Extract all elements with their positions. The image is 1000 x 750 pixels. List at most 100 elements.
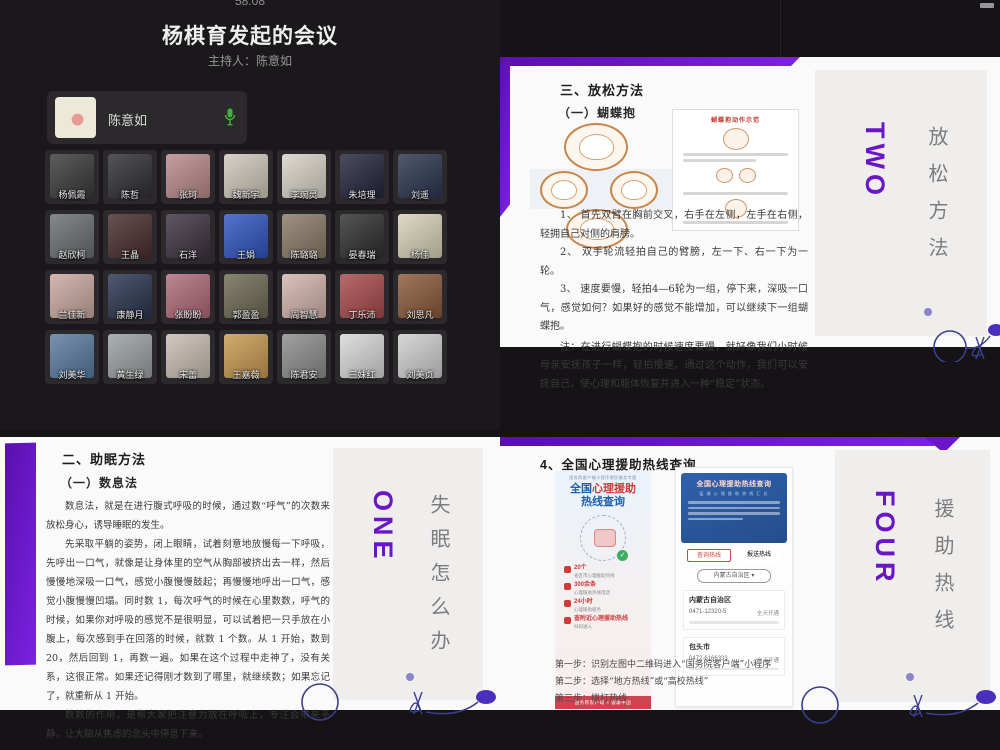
poster-stat-row: 20个 省区市心理援助热线 bbox=[564, 565, 651, 579]
participant-tile[interactable]: 晏春瑞 bbox=[335, 210, 389, 264]
participant-tile[interactable]: 陈君安 bbox=[277, 330, 331, 384]
participant-tile[interactable]: 陈哲 bbox=[103, 150, 157, 204]
participant-name: 周智慧 bbox=[277, 308, 331, 321]
participant-name: 石洋 bbox=[161, 248, 215, 261]
app-card-header-text bbox=[688, 501, 780, 520]
participant-tile[interactable]: 赵欣柯 bbox=[45, 210, 99, 264]
participant-tile[interactable]: 黄生绿 bbox=[103, 330, 157, 384]
instruction-card-title: 蝴蝶抱动作示范 bbox=[673, 115, 798, 124]
relax-step: 3、 速度要慢，轻拍4—6轮为一组，停下来，深吸一口气，感觉如何？如果好的感觉不… bbox=[540, 281, 808, 337]
participant-name: 刘美华 bbox=[45, 368, 99, 381]
participant-tile[interactable]: 郭盈盈 bbox=[219, 270, 273, 324]
participant-tile[interactable]: 康静月 bbox=[103, 270, 157, 324]
host-card[interactable]: 陈意如 bbox=[47, 91, 247, 144]
slide-hotline: 4、全国心理援助热线查询 国务院客户端小程序便民服务专题 全国心理援助 热线查询… bbox=[500, 437, 1000, 710]
participant-grid-row: 刘美华 黄生绿 宋蕾 王嘉薇 陈君安 三妹红 bbox=[45, 330, 465, 384]
poster-top-label: 国务院客户端小程序便民服务专题 bbox=[555, 475, 651, 481]
participant-tile[interactable]: 王晶 bbox=[103, 210, 157, 264]
hotline-button[interactable]: 报送热线 bbox=[737, 549, 781, 562]
participant-tile[interactable]: 石洋 bbox=[161, 210, 215, 264]
sleep-body-text: 数息法，就是在进行腹式呼吸的时候，通过数“呼气”的次数来放松身心，诱导睡眠的发生… bbox=[46, 497, 330, 744]
check-icon: ✓ bbox=[617, 550, 628, 561]
participant-tile[interactable]: 魏新宇 bbox=[219, 150, 273, 204]
participant-tile[interactable]: 刘美华 bbox=[45, 330, 99, 384]
participant-name: 郭盈盈 bbox=[219, 308, 273, 321]
participant-tile[interactable]: 刘思凡 bbox=[393, 270, 447, 324]
poster-stat-row: 24小时 心理援助服务 bbox=[564, 599, 651, 613]
hotline-entry[interactable]: 内蒙古自治区 0471-12320-5 全天开通 bbox=[683, 590, 785, 630]
participant-name: 三妹红 bbox=[335, 368, 389, 381]
stat-icon bbox=[564, 600, 571, 607]
participant-name: 张珂 bbox=[161, 188, 215, 201]
sleep-paragraph: 先采取平躺的姿势，闭上眼睛，试着刻意地放慢每一下呼吸，先呼出一口气，就像是让身体… bbox=[46, 535, 330, 706]
purple-ribbon-top bbox=[500, 437, 952, 446]
region-dropdown[interactable]: 内蒙古自治区 ▾ bbox=[697, 569, 771, 583]
window-seam bbox=[780, 0, 781, 57]
hotline-tab-en: FOUR bbox=[869, 490, 900, 587]
participant-tile[interactable]: 丁乐沛 bbox=[335, 270, 389, 324]
participant-name: 朱培理 bbox=[335, 188, 389, 201]
participant-tile[interactable]: 王嘉薇 bbox=[219, 330, 273, 384]
butterfly-figure-icon bbox=[564, 123, 628, 171]
app-card-buttons: 查询热线报送热线 bbox=[684, 549, 784, 562]
mic-on-icon bbox=[224, 108, 236, 126]
participant-name: 魏新宇 bbox=[219, 188, 273, 201]
screen: 58:08 杨棋育发起的会议 主持人：陈意如 陈意如 bbox=[0, 0, 1000, 750]
participant-tile[interactable]: 三妹红 bbox=[335, 330, 389, 384]
meeting-panel: 58:08 杨棋育发起的会议 主持人：陈意如 陈意如 bbox=[0, 0, 500, 430]
poster-title: 全国心理援助 热线查询 bbox=[555, 483, 651, 509]
relax-note: 注：在进行蝴蝶抱的时候速度要慢，就好像我们小时候母亲安抚孩子一样，轻拍慢速。通过… bbox=[540, 339, 808, 395]
host-avatar bbox=[55, 97, 96, 138]
meeting-host-label: 主持人：陈意如 bbox=[0, 52, 500, 69]
participant-tile[interactable]: 陈璐璐 bbox=[277, 210, 331, 264]
butterfly-figure-icon bbox=[610, 171, 658, 209]
participant-name: 赵欣柯 bbox=[45, 248, 99, 261]
participant-name: 黄生绿 bbox=[103, 368, 157, 381]
app-card-header: 全国心理援助热线查询 疫 情 心 理 援 助 热 线 汇 总 bbox=[681, 473, 787, 543]
relax-subheading: （一）蝴蝶抱 bbox=[558, 104, 636, 121]
purple-ribbon-left bbox=[500, 57, 510, 217]
qr-ring-diagram: ✓ bbox=[580, 515, 626, 561]
window-control-mark bbox=[980, 3, 994, 8]
participant-tile[interactable]: 张盼盼 bbox=[161, 270, 215, 324]
hotline-side-panel: FOUR 援助热线 bbox=[835, 450, 990, 702]
relax-step: 2、 双手轮流轻拍自己的臂膀，左一下、右一下为一轮。 bbox=[540, 244, 808, 281]
participant-name: 王嘉薇 bbox=[219, 368, 273, 381]
participant-grid-row: 杨佩霞 陈哲 张珂 魏新宇 李琬灵 朱培理 bbox=[45, 150, 465, 204]
meeting-title: 杨棋育发起的会议 bbox=[0, 20, 500, 50]
relax-step: 1、 首先双臂在胸前交叉，右手在左侧，左手在右侧，轻拥自己对侧的肩膀。 bbox=[540, 207, 808, 244]
hotline-step: 第二步：选择“地方热线”或“高校热线” bbox=[555, 674, 855, 691]
participant-tile[interactable]: 杨佳 bbox=[393, 210, 447, 264]
poster-stat-row: 查附近心理援助热线 扫码进入 bbox=[564, 616, 651, 630]
participant-name: 兰佳新 bbox=[45, 308, 99, 321]
participant-tile[interactable]: 宋蕾 bbox=[161, 330, 215, 384]
relax-steps-text: 1、 首先双臂在胸前交叉，右手在左侧，左手在右侧，轻拥自己对侧的肩膀。2、 双手… bbox=[540, 207, 808, 394]
hotline-button[interactable]: 查询热线 bbox=[687, 549, 731, 562]
app-card-subtitle: 疫 情 心 理 援 助 热 线 汇 总 bbox=[681, 491, 787, 497]
sleep-paragraph: 数数的作用，是帮大家把注意力放在呼吸上，专注会带来平静，让大脑从焦虑的念头中停息… bbox=[46, 706, 330, 744]
hotline-steps: 第一步：识别左图中二维码进入“国务院客户端”小程序第二步：选择“地方热线”或“高… bbox=[555, 657, 855, 708]
hotline-tab-cn: 援助热线 bbox=[929, 498, 958, 646]
participant-tile[interactable]: 朱培理 bbox=[335, 150, 389, 204]
butterfly-figure-icon bbox=[540, 171, 588, 209]
participant-grid-row: 赵欣柯 王晶 石洋 王娟 陈璐璐 晏春瑞 bbox=[45, 210, 465, 264]
participant-name: 丁乐沛 bbox=[335, 308, 389, 321]
participant-tile[interactable]: 杨佩霞 bbox=[45, 150, 99, 204]
participant-grid-row: 兰佳新 康静月 张盼盼 郭盈盈 周智慧 丁乐沛 bbox=[45, 270, 465, 324]
participant-tile[interactable]: 刘遥 bbox=[393, 150, 447, 204]
slide-relax: 三、放松方法 （一）蝴蝶抱 蝴蝶抱动作示范 1、 首先双臂在胸前交叉，右手在左侧… bbox=[500, 57, 1000, 347]
participant-tile[interactable]: 王娟 bbox=[219, 210, 273, 264]
stat-icon bbox=[564, 617, 571, 624]
participant-name: 刘遥 bbox=[393, 188, 447, 201]
participant-tile[interactable]: 李琬灵 bbox=[277, 150, 331, 204]
purple-ribbon-top bbox=[500, 57, 800, 66]
participant-tile[interactable]: 周智慧 bbox=[277, 270, 331, 324]
purple-ribbon-left bbox=[5, 443, 36, 666]
stat-icon bbox=[564, 566, 571, 573]
participant-tile[interactable]: 刘美贞 bbox=[393, 330, 447, 384]
participant-name: 宋蕾 bbox=[161, 368, 215, 381]
participant-name: 晏春瑞 bbox=[335, 248, 389, 261]
participant-tile[interactable]: 兰佳新 bbox=[45, 270, 99, 324]
relax-tab-cn: 放松方法 bbox=[923, 126, 952, 274]
participant-tile[interactable]: 张珂 bbox=[161, 150, 215, 204]
